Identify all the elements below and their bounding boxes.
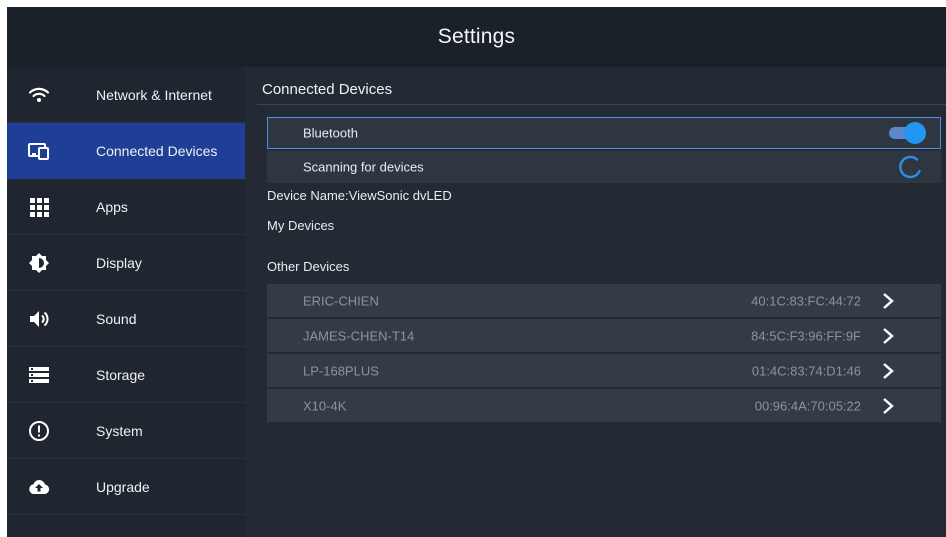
section-divider <box>257 104 946 105</box>
chevron-right-icon <box>881 397 895 415</box>
device-name: LP-168PLUS <box>303 363 379 378</box>
device-mac: 00:96:4A:70:05:22 <box>754 398 861 413</box>
sidebar-item-network[interactable]: Network & Internet <box>7 67 245 123</box>
device-mac: 40:1C:83:FC:44:72 <box>751 293 861 308</box>
speaker-icon <box>27 307 51 331</box>
device-row-james-chen-t14[interactable]: JAMES-CHEN-T14 84:5C:F3:96:FF:9F <box>267 319 941 352</box>
sidebar-item-label: Sound <box>96 310 137 327</box>
device-name: ERIC-CHIEN <box>303 293 379 308</box>
sidebar-item-label: Connected Devices <box>96 142 218 159</box>
sidebar-item-label: Upgrade <box>96 478 150 495</box>
device-name: X10-4K <box>303 398 347 413</box>
sidebar-item-label: Display <box>96 254 142 271</box>
loading-spinner-icon <box>897 154 923 180</box>
sidebar-item-label: System <box>96 422 143 439</box>
scanning-label: Scanning for devices <box>303 159 424 175</box>
sidebar-item-label: Apps <box>96 198 128 215</box>
sidebar-item-sound[interactable]: Sound <box>7 291 245 347</box>
sidebar-item-upgrade[interactable]: Upgrade <box>7 459 245 515</box>
chevron-right-icon <box>881 362 895 380</box>
sidebar-item-apps[interactable]: Apps <box>7 179 245 235</box>
sidebar-item-label: Network & Internet <box>96 86 212 103</box>
storage-icon <box>27 363 51 387</box>
device-name: JAMES-CHEN-T14 <box>303 328 415 343</box>
chevron-right-icon <box>881 327 895 345</box>
bluetooth-row[interactable]: Bluetooth <box>267 117 941 149</box>
bluetooth-toggle[interactable] <box>889 122 926 144</box>
device-row-lp-168plus[interactable]: LP-168PLUS 01:4C:83:74:D1:46 <box>267 354 941 387</box>
brightness-icon <box>27 251 51 275</box>
sidebar-item-display[interactable]: Display <box>7 235 245 291</box>
sidebar-item-storage[interactable]: Storage <box>7 347 245 403</box>
other-devices-heading: Other Devices <box>267 259 350 274</box>
device-mac: 01:4C:83:74:D1:46 <box>751 363 861 378</box>
sidebar: Network & Internet Connected Devices App… <box>7 67 245 537</box>
main-panel: Connected Devices Bluetooth Scanning for… <box>245 67 946 537</box>
wifi-icon <box>27 83 51 107</box>
device-mac: 84:5C:F3:96:FF:9F <box>751 328 861 343</box>
sidebar-item-connected-devices[interactable]: Connected Devices <box>7 123 245 179</box>
device-row-eric-chien[interactable]: ERIC-CHIEN 40:1C:83:FC:44:72 <box>267 284 941 317</box>
sidebar-item-label: Storage <box>96 366 146 383</box>
connected-devices-icon <box>27 139 51 163</box>
page-title: Settings <box>7 7 946 67</box>
cloud-upload-icon <box>27 475 51 499</box>
toggle-knob <box>904 122 926 144</box>
section-title: Connected Devices <box>262 81 393 98</box>
scanning-row[interactable]: Scanning for devices <box>267 151 941 183</box>
device-row-x10-4k[interactable]: X10-4K 00:96:4A:70:05:22 <box>267 389 941 422</box>
settings-window: Settings Network & Internet Connected De… <box>7 7 946 537</box>
apps-grid-icon <box>27 195 51 219</box>
device-name-text: Device Name:ViewSonic dvLED <box>267 188 452 203</box>
info-circle-icon <box>27 419 51 443</box>
bluetooth-label: Bluetooth <box>303 125 358 141</box>
chevron-right-icon <box>881 292 895 310</box>
my-devices-heading: My Devices <box>267 218 335 233</box>
sidebar-item-system[interactable]: System <box>7 403 245 459</box>
